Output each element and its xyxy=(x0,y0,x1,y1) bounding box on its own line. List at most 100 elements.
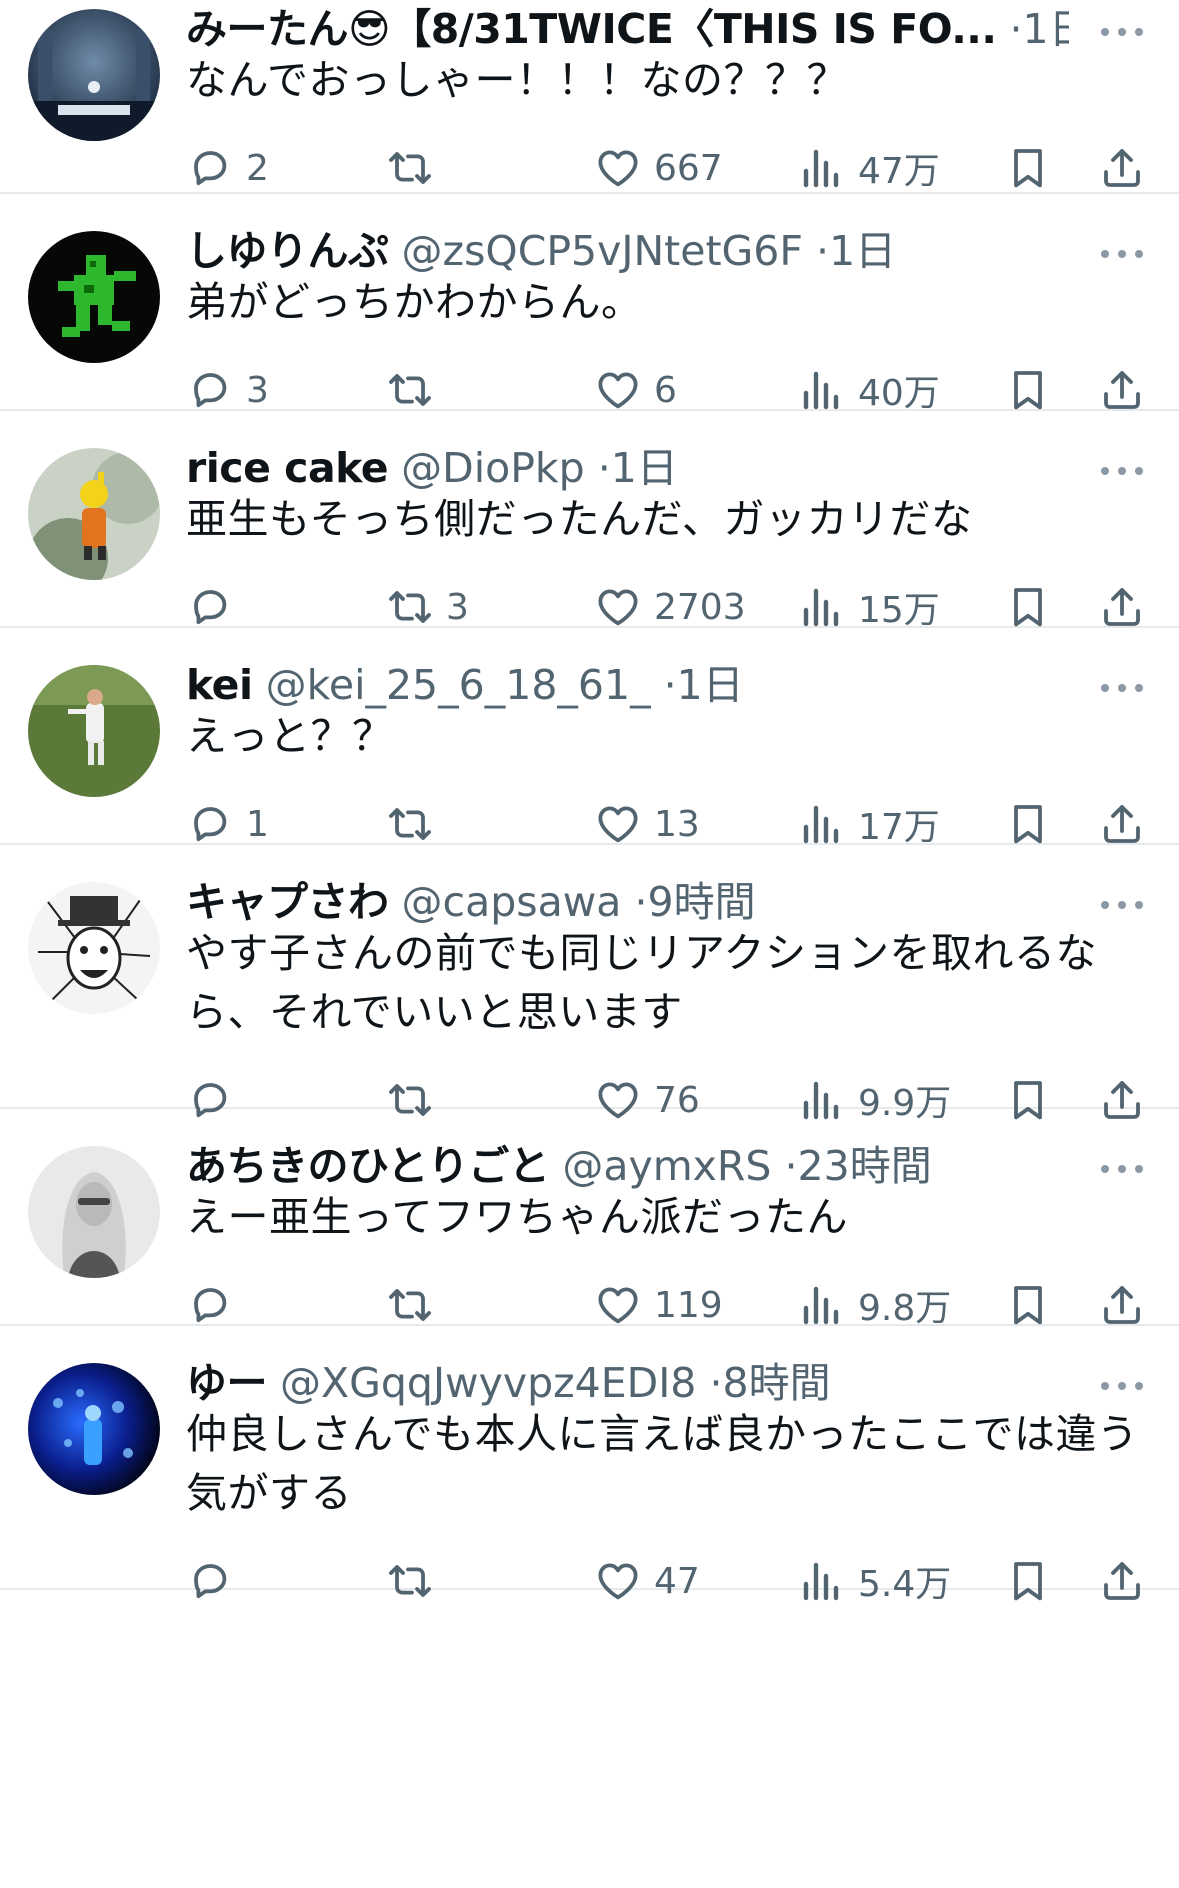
retweet-icon xyxy=(386,1281,434,1329)
avatar[interactable] xyxy=(28,448,160,580)
display-name[interactable]: しゆりんぷ xyxy=(186,227,389,275)
like-button[interactable]: 47 xyxy=(594,1551,700,1611)
bookmark-button[interactable] xyxy=(1004,138,1052,198)
like-count: 667 xyxy=(654,147,723,189)
avatar[interactable] xyxy=(28,665,160,797)
separator-dot: · xyxy=(597,444,611,492)
views-count: 9.8万 xyxy=(858,1288,952,1329)
retweet-button[interactable] xyxy=(386,1551,434,1611)
reply-header: kei @kei_25_6_18_61_ ·1日 xyxy=(186,657,1069,713)
avatar[interactable] xyxy=(28,231,160,363)
reply-header: キャプさわ @capsawa ·9時間 xyxy=(186,874,1069,930)
user-handle[interactable]: @capsawa xyxy=(402,878,622,926)
reply-text: えっと？？ xyxy=(186,712,394,760)
avatar[interactable] xyxy=(28,1363,160,1495)
timestamp[interactable]: 9時間 xyxy=(647,878,755,926)
share-button[interactable] xyxy=(1098,1551,1146,1611)
reply-item[interactable]: rice cake @DioPkp ·1日 亜生もそっち側だったんだ、ガッカリだな… xyxy=(0,411,1179,631)
more-icon[interactable] xyxy=(1099,1161,1145,1177)
reply-icon xyxy=(186,800,234,848)
avatar[interactable] xyxy=(28,882,160,1014)
reply-text: 弟がどっちかわからん。 xyxy=(186,278,643,326)
like-button[interactable]: 667 xyxy=(594,138,723,198)
reply-text: やす子さんの前でも同じリアクションを取れるなら、それでいいと思います xyxy=(186,929,1097,1036)
reply-icon xyxy=(186,583,234,631)
avatar[interactable] xyxy=(28,9,160,141)
more-icon[interactable] xyxy=(1099,24,1145,40)
reply-button[interactable] xyxy=(186,1551,234,1611)
share-icon xyxy=(1098,800,1146,848)
separator-dot: · xyxy=(709,1359,723,1407)
retweet-icon xyxy=(386,144,434,192)
more-icon[interactable] xyxy=(1099,897,1145,913)
reply-header: あちきのひとりごと @aymxRS ·23時間 xyxy=(186,1138,1069,1194)
separator-dot: · xyxy=(1009,5,1023,53)
retweet-icon xyxy=(386,1557,434,1605)
share-icon xyxy=(1098,366,1146,414)
action-bar: 47 5.4万 xyxy=(186,1551,1146,1611)
more-icon[interactable] xyxy=(1099,680,1145,696)
action-bar: 2 667 47万 xyxy=(186,138,1146,198)
share-icon xyxy=(1098,583,1146,631)
reply-icon xyxy=(186,1281,234,1329)
user-handle[interactable]: @DioPkp xyxy=(401,444,585,492)
reply-icon xyxy=(186,366,234,414)
display-name[interactable]: rice cake xyxy=(186,444,389,492)
views-icon xyxy=(798,583,846,631)
like-count: 119 xyxy=(654,1284,723,1326)
views-button[interactable]: 47万 xyxy=(798,138,940,198)
heart-icon xyxy=(594,800,642,848)
reply-header: しゆりんぷ @zsQCP5vJNtetG6F ·1日 xyxy=(186,223,1069,279)
more-icon[interactable] xyxy=(1099,463,1145,479)
retweet-button[interactable] xyxy=(386,138,434,198)
views-count: 15万 xyxy=(858,590,940,631)
display-name[interactable]: あちきのひとりごと xyxy=(186,1142,550,1190)
views-icon xyxy=(798,366,846,414)
retweet-icon xyxy=(386,800,434,848)
retweet-icon xyxy=(386,366,434,414)
display-name[interactable]: ゆー xyxy=(186,1359,268,1407)
timestamp[interactable]: 1日 xyxy=(611,444,678,492)
reply-item[interactable]: しゆりんぷ @zsQCP5vJNtetG6F ·1日 弟がどっちかわからん。 3 6 4… xyxy=(0,194,1179,414)
timestamp[interactable]: 1日 xyxy=(829,227,896,275)
timestamp[interactable]: 8時間 xyxy=(723,1359,831,1407)
bookmark-icon xyxy=(1004,583,1052,631)
views-count: 40万 xyxy=(858,373,940,414)
user-handle[interactable]: @aymxRS xyxy=(562,1142,771,1190)
views-icon xyxy=(798,144,846,192)
like-count: 6 xyxy=(654,369,677,411)
display-name[interactable]: kei xyxy=(186,661,253,709)
display-name[interactable]: キャプさわ xyxy=(186,878,389,926)
user-handle[interactable]: @zsQCP5vJNtetG6F xyxy=(402,227,803,275)
views-button[interactable]: 5.4万 xyxy=(798,1551,951,1611)
bookmark-icon xyxy=(1004,800,1052,848)
user-handle[interactable]: @kei_25_6_18_61_ xyxy=(266,661,651,709)
reply-button[interactable]: 2 xyxy=(186,138,269,198)
reply-item[interactable]: ゆー @XGqqJwyvpz4EDI8 ·8時間 仲良しさんでも本人に言えば良かっ… xyxy=(0,1326,1179,1605)
separator-dot: · xyxy=(784,1142,798,1190)
reply-count: 1 xyxy=(246,803,269,845)
reply-item[interactable]: あちきのひとりごと @aymxRS ·23時間 えー亜生ってフワちゃん派だったん 1… xyxy=(0,1109,1179,1329)
reply-item[interactable]: キャプさわ @capsawa ·9時間 やす子さんの前でも同じリアクションを取れる… xyxy=(0,845,1179,1124)
views-icon xyxy=(798,800,846,848)
avatar[interactable] xyxy=(28,1146,160,1278)
timestamp[interactable]: 1日 xyxy=(1023,5,1069,53)
user-handle[interactable]: @XGqqJwyvpz4EDI8 xyxy=(280,1359,696,1407)
display-name[interactable]: みーたん😎【8/31TWICE〈THIS IS FO... xyxy=(186,5,997,53)
share-icon xyxy=(1098,144,1146,192)
more-icon[interactable] xyxy=(1099,246,1145,262)
retweet-icon xyxy=(386,583,434,631)
reply-item[interactable]: みーたん😎【8/31TWICE〈THIS IS FO... ·1日なんでおっしゃ… xyxy=(0,0,1179,194)
share-icon xyxy=(1098,1281,1146,1329)
reply-text: なんでおっしゃー！！！なの？？？ xyxy=(186,56,848,104)
timestamp[interactable]: 1日 xyxy=(677,661,744,709)
bookmark-button[interactable] xyxy=(1004,1551,1052,1611)
more-icon[interactable] xyxy=(1099,1378,1145,1394)
reply-icon xyxy=(186,1557,234,1605)
reply-item[interactable]: kei @kei_25_6_18_61_ ·1日 えっと？？ 1 13 17万 xyxy=(0,628,1179,848)
timestamp[interactable]: 23時間 xyxy=(798,1142,932,1190)
reply-text: えー亜生ってフワちゃん派だったん xyxy=(186,1193,848,1241)
share-button[interactable] xyxy=(1098,138,1146,198)
like-count: 47 xyxy=(654,1560,700,1602)
bookmark-icon xyxy=(1004,1281,1052,1329)
